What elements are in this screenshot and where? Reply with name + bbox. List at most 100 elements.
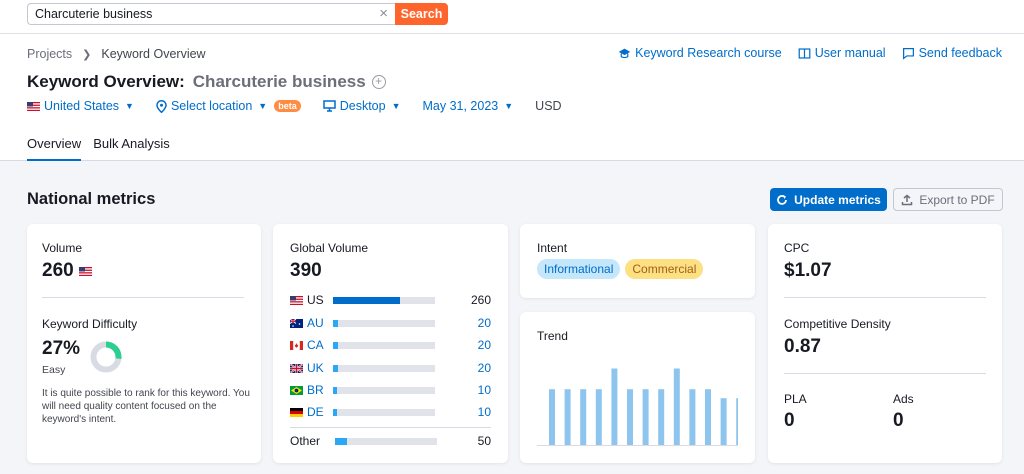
tab-bulk-analysis[interactable]: Bulk Analysis: [93, 136, 170, 161]
search-button[interactable]: Search: [395, 3, 448, 25]
country-select[interactable]: United States ▼: [27, 99, 134, 113]
update-metrics-label: Update metrics: [794, 192, 881, 207]
intent-tag-commercial: Commercial: [625, 259, 704, 279]
country-row-au[interactable]: AU 20: [290, 316, 491, 330]
trend-bar: [611, 368, 618, 445]
intent-label: Intent: [537, 241, 568, 255]
trend-bar: [689, 389, 696, 445]
intent-tag-informational: Informational: [537, 259, 621, 279]
send-feedback-label: Send feedback: [918, 46, 1002, 60]
keyword-research-course-link[interactable]: Keyword Research course: [618, 46, 782, 60]
trend-bar: [673, 368, 680, 445]
country-volume: 10: [477, 383, 491, 397]
search-input[interactable]: [28, 4, 358, 24]
country-row-br[interactable]: BR 10: [290, 383, 491, 397]
user-manual-label: User manual: [814, 46, 886, 60]
book-icon: [798, 47, 811, 59]
breadcrumb: Projects ❯ Keyword Overview: [27, 47, 206, 61]
volume-bar: [333, 319, 435, 327]
ads-label: Ads: [893, 392, 914, 406]
date-select-label: May 31, 2023: [422, 99, 499, 113]
volume-bar-fill: [333, 319, 339, 327]
page-title: Keyword Overview: Charcuterie business +: [27, 72, 386, 92]
trend-bar: [627, 389, 633, 445]
currency-label: USD: [535, 99, 562, 113]
competitive-density-value: 0.87: [784, 336, 821, 357]
trend-chart: [537, 368, 738, 446]
user-manual-link[interactable]: User manual: [798, 46, 886, 60]
trend-bar: [595, 389, 602, 445]
location-select[interactable]: Select location ▼ beta: [156, 99, 301, 113]
search-box[interactable]: ×: [27, 3, 395, 25]
device-select-label: Desktop: [339, 99, 386, 113]
global-volume-label: Global Volume: [290, 241, 369, 255]
cpc-card: CPC $1.07 Competitive Density 0.87 PLA 0…: [768, 224, 1002, 463]
other-volume: 50: [477, 434, 491, 448]
location-pin-icon: [156, 99, 167, 113]
tab-overview[interactable]: Overview: [27, 136, 82, 161]
trend-bar: [658, 389, 665, 445]
kd-description: It is quite possible to rank for this ke…: [42, 388, 250, 425]
pla-label: PLA: [784, 392, 807, 406]
clear-search-icon[interactable]: ×: [379, 5, 388, 23]
location-select-label: Select location: [170, 99, 253, 113]
country-code: BR: [307, 383, 324, 397]
pla-value: 0: [784, 410, 795, 431]
divider: [290, 427, 491, 428]
trend-card: Trend: [520, 312, 755, 463]
ca-flag-icon: [290, 340, 303, 350]
device-select[interactable]: Desktop ▼: [322, 99, 401, 113]
volume-bar-fill: [333, 386, 338, 394]
volume-bar: [335, 437, 437, 445]
volume-bar: [333, 341, 435, 349]
top-search-bar: × Search: [0, 0, 1024, 34]
us-flag-icon: [78, 266, 92, 276]
country-row-us: US 260: [290, 293, 491, 307]
country-volume: 20: [477, 361, 491, 375]
volume-bar-fill: [333, 408, 338, 416]
country-volume: 20: [477, 316, 491, 330]
date-select[interactable]: May 31, 2023 ▼: [423, 99, 514, 113]
breadcrumb-projects[interactable]: Projects: [27, 47, 72, 61]
beta-badge: beta: [274, 100, 301, 112]
country-row-uk[interactable]: UK 20: [290, 361, 491, 375]
header-links: Keyword Research course User manual Send…: [618, 46, 1002, 60]
export-pdf-button[interactable]: Export to PDF: [893, 188, 1003, 211]
national-metrics-title: National metrics: [27, 190, 156, 208]
chevron-down-icon: ▼: [504, 101, 514, 111]
country-select-label: United States: [44, 99, 120, 113]
trend-bar: [580, 389, 587, 445]
de-flag-icon: [290, 407, 303, 417]
us-flag-icon: [27, 101, 40, 111]
volume-bar-fill: [333, 341, 339, 349]
br-flag-icon: [290, 385, 303, 395]
volume-value: 260: [42, 260, 92, 282]
filters-bar: United States ▼ Select location ▼ beta D…: [27, 99, 584, 113]
other-label: Other: [290, 434, 321, 448]
desktop-icon: [322, 100, 336, 112]
trend-bar: [736, 398, 738, 445]
country-row-de[interactable]: DE 10: [290, 405, 491, 419]
kd-level: Easy: [42, 364, 66, 376]
page-header: Projects ❯ Keyword Overview Keyword Rese…: [0, 34, 1024, 161]
upload-icon: [902, 194, 913, 205]
send-feedback-link[interactable]: Send feedback: [902, 46, 1002, 60]
global-volume-value: 390: [290, 260, 322, 281]
volume-bar-fill: [333, 296, 401, 304]
uk-flag-icon: [290, 363, 303, 373]
volume-bar-fill: [333, 364, 339, 372]
add-keyword-icon[interactable]: +: [371, 75, 386, 89]
cpc-label: CPC: [784, 241, 810, 255]
refresh-icon: [777, 194, 788, 205]
intent-tags: Informational Commercial: [537, 259, 704, 279]
volume-number: 260: [42, 260, 74, 281]
country-row-ca[interactable]: CA 20: [290, 338, 491, 352]
country-volume: 260: [470, 293, 491, 307]
trend-bar: [564, 389, 571, 445]
trend-bar: [705, 389, 711, 445]
us-flag-icon: [290, 295, 303, 305]
volume-bar: [333, 386, 435, 394]
breadcrumb-current: Keyword Overview: [101, 47, 206, 61]
update-metrics-button[interactable]: Update metrics: [770, 188, 887, 211]
kd-value: 27%: [42, 338, 81, 359]
